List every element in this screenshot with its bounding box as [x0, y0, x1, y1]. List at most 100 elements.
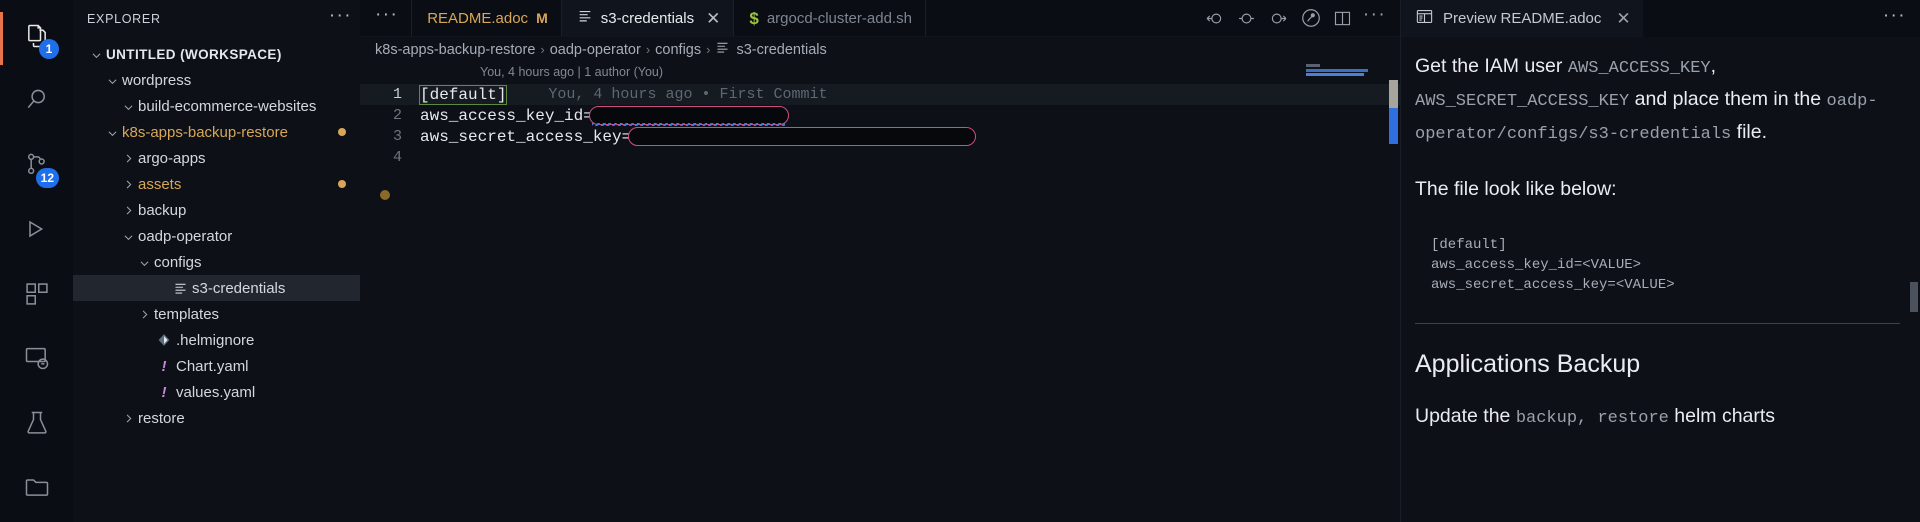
preview-tab-spacer: [1642, 0, 1869, 37]
activity-bar: 1 12: [0, 0, 73, 522]
preview-paragraph-2: The file look like below:: [1415, 178, 1617, 200]
go-back-icon[interactable]: [1201, 5, 1228, 32]
breadcrumb-label: s3-credentials: [736, 41, 827, 58]
tree-folder-item[interactable]: assets: [73, 171, 360, 197]
chevron-right-icon[interactable]: [119, 178, 137, 191]
p1-part3: and place them in the: [1629, 88, 1827, 110]
tree-file-item[interactable]: .helmignore: [73, 327, 360, 353]
tree-folder-item[interactable]: k8s-apps-backup-restore: [73, 119, 360, 145]
line-number: 4: [392, 149, 402, 166]
activity-item-explorer[interactable]: 1: [0, 6, 73, 71]
source-control-badge: 12: [35, 167, 59, 188]
minimap-line: [1306, 64, 1320, 67]
tree-item-label: wordpress: [122, 71, 192, 89]
tree-root-item[interactable]: UNTITLED (WORKSPACE): [73, 41, 360, 67]
tree-folder-item[interactable]: configs: [73, 249, 360, 275]
chevron-down-icon[interactable]: [119, 100, 137, 113]
chevron-down-icon[interactable]: [135, 256, 153, 269]
tree-item-label: backup: [138, 201, 187, 219]
breadcrumb-item[interactable]: s3-credentials: [715, 40, 827, 59]
activity-item-remote-explorer[interactable]: [0, 329, 73, 394]
chevron-down-icon[interactable]: [103, 126, 121, 139]
breadcrumb-item[interactable]: oadp-operator: [550, 42, 641, 58]
line-text: [default]: [418, 84, 508, 105]
tree-item-label: oadp-operator: [138, 227, 233, 245]
chevron-right-icon[interactable]: [119, 152, 137, 165]
p1-part1: Get the IAM user: [1415, 55, 1568, 77]
chevron-down-icon[interactable]: [87, 48, 105, 61]
shell-icon: $: [749, 8, 759, 28]
activity-item-extensions[interactable]: [0, 264, 73, 329]
line-text: aws_secret_access_key=: [420, 127, 632, 146]
chevron-down-icon[interactable]: [119, 230, 137, 243]
code-line[interactable]: 3 aws_secret_access_key=: [360, 126, 1400, 147]
editor-tab[interactable]: s3-credentials ✕: [561, 0, 735, 36]
chevron-right-icon[interactable]: [119, 412, 137, 425]
editor-tab[interactable]: README.adoc M: [412, 0, 562, 36]
tree-folder-item[interactable]: oadp-operator: [73, 223, 360, 249]
code-line[interactable]: 1 [default] You, 4 hours ago • First Com…: [360, 84, 1400, 105]
breadcrumb-separator: ›: [540, 42, 545, 57]
settings-file-icon: [715, 40, 730, 59]
preview-paragraph-3: Update the backup, restore helm charts: [1415, 401, 1900, 434]
extensions-icon: [23, 280, 51, 313]
sidebar-title: EXPLORER: [87, 11, 161, 26]
preview-tab-bar: Preview README.adoc ✕ ···: [1401, 0, 1920, 37]
activity-item-folder-view[interactable]: [0, 458, 73, 522]
breadcrumb-item[interactable]: configs: [655, 42, 701, 58]
current-change-icon[interactable]: [1233, 5, 1260, 32]
code-editor[interactable]: You, 4 hours ago | 1 author (You) 1 [def…: [360, 62, 1400, 522]
tree-folder-item[interactable]: build-ecommerce-websites: [73, 93, 360, 119]
close-icon[interactable]: ✕: [1616, 9, 1630, 29]
beaker-icon: [23, 409, 51, 442]
code-line[interactable]: 2 aws_access_key_id=: [360, 105, 1400, 126]
modified-indicator: [338, 128, 346, 136]
tab-modified-flag: M: [536, 10, 548, 26]
tab-label: argocd-cluster-add.sh: [766, 9, 912, 27]
chevron-right-icon[interactable]: [135, 308, 153, 321]
tree-folder-item[interactable]: wordpress: [73, 67, 360, 93]
editor-scrollbar[interactable]: [1386, 62, 1400, 522]
breadcrumb-label: k8s-apps-backup-restore: [375, 41, 536, 58]
minimap[interactable]: [1304, 62, 1382, 522]
tree-item-label: k8s-apps-backup-restore: [122, 123, 288, 141]
activity-item-run-and-debug[interactable]: [0, 200, 73, 265]
activity-item-testing[interactable]: [0, 393, 73, 458]
tree-folder-item[interactable]: backup: [73, 197, 360, 223]
tree-file-item[interactable]: ! Chart.yaml: [73, 353, 360, 379]
yaml-icon: !: [161, 383, 167, 401]
tree-folder-item[interactable]: argo-apps: [73, 145, 360, 171]
chevron-right-icon[interactable]: [119, 204, 137, 217]
preview-divider: [1415, 323, 1900, 324]
editor-scroll-thumb[interactable]: [1389, 108, 1398, 144]
source-control-inline-icon[interactable]: [1297, 5, 1324, 32]
activity-item-source-control[interactable]: 12: [0, 135, 73, 200]
more-actions-icon[interactable]: ···: [1361, 5, 1388, 32]
editor-tab[interactable]: $ argocd-cluster-add.sh: [734, 0, 926, 36]
code-line[interactable]: 4: [360, 147, 1400, 168]
settings-file-icon: [577, 8, 593, 28]
activity-item-search[interactable]: [0, 71, 73, 136]
tree-folder-item[interactable]: templates: [73, 301, 360, 327]
tabs-more-icon: ···: [375, 4, 399, 25]
preview-paragraph-1: Get the IAM user AWS_ACCESS_KEY, AWS_SEC…: [1415, 51, 1900, 150]
tab-preview-readme[interactable]: Preview README.adoc ✕: [1401, 0, 1643, 37]
line-number: 2: [392, 107, 402, 124]
search-icon: [23, 86, 51, 119]
tree-file-item[interactable]: ! values.yaml: [73, 379, 360, 405]
tree-file-item[interactable]: s3-credentials: [73, 275, 360, 301]
chevron-down-icon[interactable]: [103, 74, 121, 87]
tab-close-icon[interactable]: ✕: [706, 10, 720, 27]
go-forward-icon[interactable]: [1265, 5, 1292, 32]
preview-scrollbar[interactable]: [1910, 282, 1918, 312]
tree-item-label: assets: [138, 175, 182, 193]
p1-code2: AWS_SECRET_ACCESS_KEY: [1415, 92, 1630, 111]
code-lines: 1 [default] You, 4 hours ago • First Com…: [360, 84, 1400, 168]
tree-item-label: templates: [154, 305, 220, 323]
split-editor-icon[interactable]: [1329, 5, 1356, 32]
breadcrumb-item[interactable]: k8s-apps-backup-restore: [375, 42, 535, 58]
tree-folder-item[interactable]: restore: [73, 405, 360, 431]
tabs-leading-more[interactable]: ···: [360, 0, 413, 36]
sidebar-more-actions-icon[interactable]: ···: [329, 6, 352, 27]
preview-more-actions[interactable]: ···: [1868, 0, 1920, 37]
